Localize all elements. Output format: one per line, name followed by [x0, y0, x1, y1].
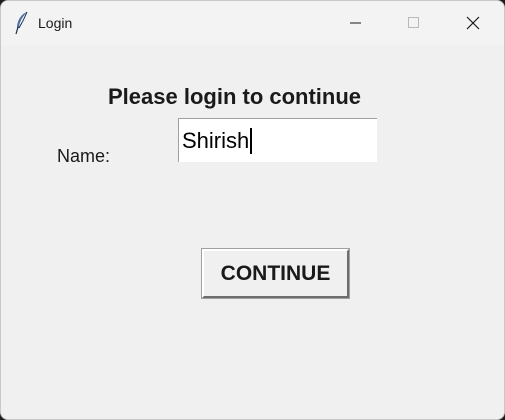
login-window: Login Please login to continue Name: Shi…	[0, 0, 505, 420]
window-title: Login	[38, 15, 73, 31]
close-button[interactable]	[444, 1, 502, 45]
name-field-value: Shirish	[182, 127, 250, 153]
text-caret	[250, 127, 253, 154]
maximize-icon	[408, 17, 419, 28]
continue-button[interactable]: CONTINUE	[201, 248, 350, 299]
name-field[interactable]: Shirish	[178, 118, 377, 162]
feather-icon	[15, 11, 29, 35]
close-icon	[466, 16, 480, 30]
minimize-button[interactable]	[327, 1, 385, 45]
name-label: Name:	[57, 146, 111, 166]
page-heading: Please login to continue	[108, 84, 362, 109]
maximize-button[interactable]	[385, 1, 443, 45]
minimize-icon	[350, 22, 361, 24]
title-bar[interactable]: Login	[1, 1, 504, 45]
